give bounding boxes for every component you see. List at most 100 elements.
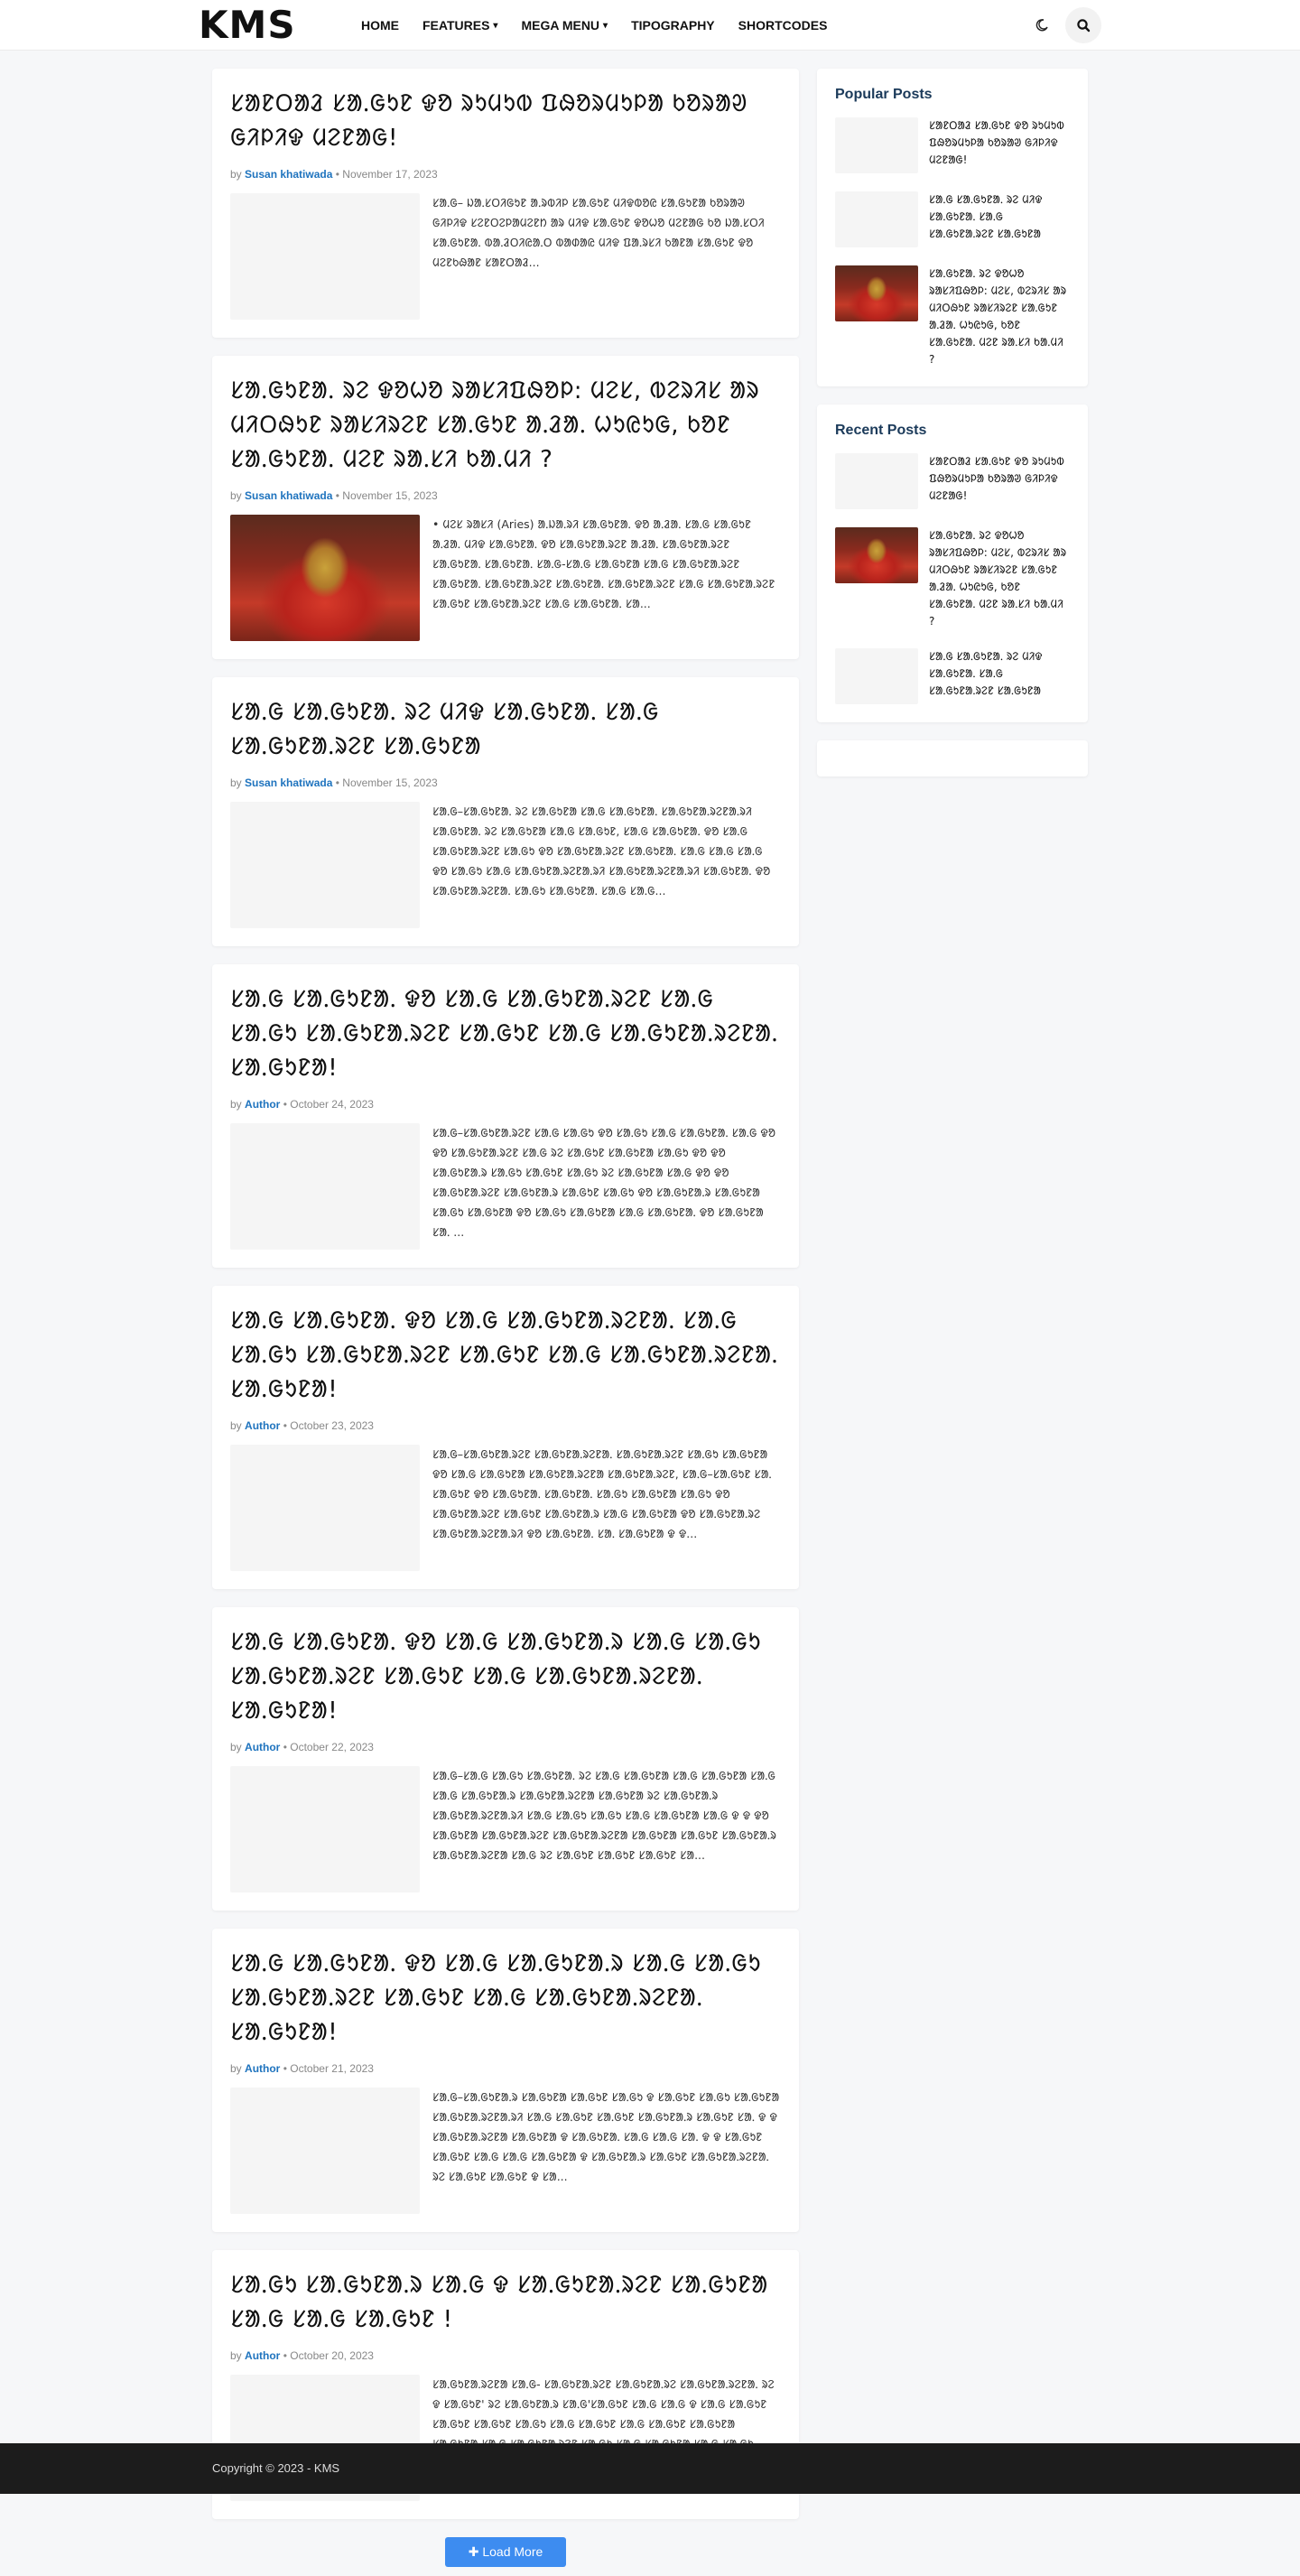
post-meta: by Author • October 22, 2023: [230, 1741, 781, 1753]
moon-icon[interactable]: [1031, 14, 1053, 36]
post-author-link[interactable]: Author: [245, 1419, 280, 1432]
popular-posts-widget: Popular Posts ᱥᱟᱱᱛᱟᱲ ᱥᱟᱹᱜᱩᱱ ᱫᱚ ᱨᱩᱢᱩᱵ ᱯᱷᱚ…: [817, 69, 1088, 386]
post-thumbnail[interactable]: [230, 2088, 420, 2214]
widget-post-item[interactable]: ᱥᱟᱹᱜ ᱥᱟᱹᱜᱩᱱᱟᱹ ᱨᱮ ᱢᱤᱫ ᱥᱟᱹᱜᱩᱱᱟᱹ ᱥᱟᱹᱜ ᱥᱟᱹᱜᱩ…: [835, 648, 1070, 704]
post-meta: by Susan khatiwada • November 15, 2023: [230, 777, 781, 789]
nav-shortcodes[interactable]: SHORTCODES: [738, 18, 828, 33]
post-title[interactable]: ᱥᱟᱹᱜ ᱥᱟᱹᱜᱩᱱᱟᱹ ᱫᱚ ᱥᱟᱹᱜ ᱥᱟᱹᱜᱩᱱᱟᱹᱨᱮᱱ ᱥᱟᱹᱜ ᱥ…: [230, 982, 781, 1085]
widget-post-title[interactable]: ᱥᱟᱹᱜ ᱥᱟᱹᱜᱩᱱᱟᱹ ᱨᱮ ᱢᱤᱫ ᱥᱟᱹᱜᱩᱱᱟᱹ ᱥᱟᱹᱜ ᱥᱟᱹᱜᱩ…: [929, 648, 1070, 704]
widget-post-thumbnail[interactable]: [835, 453, 918, 509]
post-title[interactable]: ᱥᱟᱹᱜ ᱥᱟᱹᱜᱩᱱᱟᱹ ᱨᱮ ᱢᱤᱫ ᱥᱟᱹᱜᱩᱱᱟᱹ ᱥᱟᱹᱜ ᱥᱟᱹᱜᱩ…: [230, 695, 781, 764]
load-more-wrap: ✚ Load More: [212, 2537, 799, 2576]
post-author-link[interactable]: Susan khatiwada: [245, 168, 332, 181]
widget-post-title[interactable]: ᱥᱟᱱᱛᱟᱲ ᱥᱟᱹᱜᱩᱱ ᱫᱚ ᱨᱩᱢᱩᱵ ᱯᱷᱚᱨᱢᱩᱞᱟ ᱠᱚᱨᱟᱣ ᱜᱤ…: [929, 453, 1070, 509]
post-body: ᱥᱟᱹᱜ–ᱥᱟᱹᱜᱩᱱᱟᱹᱨᱮᱱ ᱥᱟᱹᱜ ᱥᱟᱹᱜᱩ ᱫᱚ ᱥᱟᱹᱜᱩ ᱥᱟᱹ…: [230, 1123, 781, 1250]
post-date: October 22, 2023: [290, 1741, 374, 1753]
post-thumbnail[interactable]: [230, 515, 420, 641]
post-card: ᱥᱟᱹᱜ ᱥᱟᱹᱜᱩᱱᱟᱹ ᱫᱚ ᱥᱟᱹᱜ ᱥᱟᱹᱜᱩᱱᱟᱹᱨ ᱥᱟᱹᱜ ᱥᱟᱹ…: [212, 1607, 799, 1911]
post-date: October 23, 2023: [290, 1419, 374, 1432]
post-thumbnail[interactable]: [230, 802, 420, 928]
post-title[interactable]: ᱥᱟᱹᱜ ᱥᱟᱹᱜᱩᱱᱟᱹ ᱫᱚ ᱥᱟᱹᱜ ᱥᱟᱹᱜᱩᱱᱟᱹᱨ ᱥᱟᱹᱜ ᱥᱟᱹ…: [230, 1625, 781, 1728]
post-thumbnail[interactable]: [230, 1445, 420, 1571]
post-author-link[interactable]: Author: [245, 1098, 280, 1111]
widget-post-thumbnail[interactable]: [835, 265, 918, 321]
post-excerpt: ᱥᱟᱹᱜ–ᱥᱟᱹᱜ ᱥᱟᱹᱜᱩ ᱥᱟᱹᱜᱩᱱᱟᱹ ᱨᱮ ᱥᱟᱹᱜ ᱥᱟᱹᱜᱩᱱᱟ…: [432, 1769, 776, 1862]
post-author-link[interactable]: Susan khatiwada: [245, 489, 332, 502]
widget-post-item[interactable]: ᱥᱟᱹᱜᱩᱱᱟᱹ ᱨᱮ ᱫᱚᱦᱚ ᱨᱟᱥᱤᱯᱷᱚᱞ: ᱢᱮᱥ, ᱵᱮᱨᱤᱥ ᱟᱨ…: [835, 265, 1070, 368]
widget-post-thumbnail[interactable]: [835, 527, 918, 583]
post-date: November 17, 2023: [342, 168, 438, 181]
site-footer: Copyright © 2023 - KMS: [0, 2443, 1300, 2494]
widget-post-title[interactable]: ᱥᱟᱹᱜ ᱥᱟᱹᱜᱩᱱᱟᱹ ᱨᱮ ᱢᱤᱫ ᱥᱟᱹᱜᱩᱱᱟᱹ ᱥᱟᱹᱜ ᱥᱟᱹᱜᱩ…: [929, 191, 1070, 247]
post-card: ᱥᱟᱹᱜ ᱥᱟᱹᱜᱩᱱᱟᱹ ᱫᱚ ᱥᱟᱹᱜ ᱥᱟᱹᱜᱩᱱᱟᱹᱨ ᱥᱟᱹᱜ ᱥᱟᱹ…: [212, 1929, 799, 2232]
post-date: November 15, 2023: [342, 489, 438, 502]
post-card: ᱥᱟᱹᱜ ᱥᱟᱹᱜᱩᱱᱟᱹ ᱨᱮ ᱢᱤᱫ ᱥᱟᱹᱜᱩᱱᱟᱹ ᱥᱟᱹᱜ ᱥᱟᱹᱜᱩ…: [212, 677, 799, 946]
post-card: ᱥᱟᱹᱜ ᱥᱟᱹᱜᱩᱱᱟᱹ ᱫᱚ ᱥᱟᱹᱜ ᱥᱟᱹᱜᱩᱱᱟᱹᱨᱮᱱ ᱥᱟᱹᱜ ᱥ…: [212, 964, 799, 1268]
post-author-link[interactable]: Author: [245, 2062, 280, 2075]
post-meta: by Author • October 23, 2023: [230, 1419, 781, 1432]
nav-home[interactable]: HOME: [361, 18, 399, 33]
post-excerpt: ᱥᱟᱹᱜ–ᱥᱟᱹᱜᱩᱱᱟᱹᱨᱮᱱ ᱥᱟᱹᱜᱩᱱᱟᱹᱨᱮᱱᱟᱹ ᱥᱟᱹᱜᱩᱱᱟᱹᱨ…: [432, 1447, 772, 1540]
post-excerpt: ᱥᱟᱹᱜ– ᱡᱟᱹᱥᱛᱤᱜᱩᱱ ᱟᱹᱨᱵᱤᱞ ᱥᱟᱹᱜᱩᱱ ᱢᱤᱫᱵᱚᱭ ᱥᱟᱹ…: [432, 196, 765, 269]
load-more-button[interactable]: ✚ Load More: [445, 2537, 566, 2567]
widget-post-title[interactable]: ᱥᱟᱹᱜᱩᱱᱟᱹ ᱨᱮ ᱫᱚᱦᱚ ᱨᱟᱥᱤᱯᱷᱚᱞ: ᱢᱮᱥ, ᱵᱮᱨᱤᱥ ᱟᱨ…: [929, 265, 1070, 368]
post-card: ᱥᱟᱹᱜ ᱥᱟᱹᱜᱩᱱᱟᱹ ᱫᱚ ᱥᱟᱹᱜ ᱥᱟᱹᱜᱩᱱᱟᱹᱨᱮᱱᱟᱹ ᱥᱟᱹᱜ…: [212, 1286, 799, 1589]
post-by: by: [230, 168, 242, 181]
post-meta: by Author • October 24, 2023: [230, 1098, 781, 1111]
post-body: ᱥᱟᱹᱜ–ᱥᱟᱹᱜᱩᱱᱟᱹᱨᱮᱱ ᱥᱟᱹᱜᱩᱱᱟᱹᱨᱮᱱᱟᱹ ᱥᱟᱹᱜᱩᱱᱟᱹᱨ…: [230, 1445, 781, 1571]
post-by: by: [230, 2062, 242, 2075]
nav-features[interactable]: FEATURES ▾: [422, 18, 497, 33]
post-excerpt: ᱥᱟᱹᱜ–ᱥᱟᱹᱜᱩᱱᱟᱹ ᱨᱮ ᱥᱟᱹᱜᱩᱱᱟ ᱥᱟᱹᱜ ᱥᱟᱹᱜᱩᱱᱟᱹ ᱥ…: [432, 804, 771, 897]
widget-title: Recent Posts: [835, 423, 927, 438]
post-title[interactable]: ᱥᱟᱹᱜ ᱥᱟᱹᱜᱩᱱᱟᱹ ᱫᱚ ᱥᱟᱹᱜ ᱥᱟᱹᱜᱩᱱᱟᱹᱨᱮᱱᱟᱹ ᱥᱟᱹᱜ…: [230, 1304, 781, 1407]
widget-post-thumbnail[interactable]: [835, 117, 918, 173]
widget-post-item[interactable]: ᱥᱟᱹᱜ ᱥᱟᱹᱜᱩᱱᱟᱹ ᱨᱮ ᱢᱤᱫ ᱥᱟᱹᱜᱩᱱᱟᱹ ᱥᱟᱹᱜ ᱥᱟᱹᱜᱩ…: [835, 191, 1070, 247]
widget-post-thumbnail[interactable]: [835, 648, 918, 704]
post-list: ᱥᱟᱱᱛᱟᱲ ᱥᱟᱹᱜᱩᱱ ᱫᱚ ᱨᱩᱢᱩᱵ ᱯᱷᱚᱨᱢᱩᱞᱟ ᱠᱚᱨᱟᱣ ᱜᱤ…: [212, 69, 799, 2576]
nav-typography[interactable]: TIPOGRAPHY: [631, 18, 715, 33]
post-by: by: [230, 1098, 242, 1111]
widget-post-title[interactable]: ᱥᱟᱹᱜᱩᱱᱟᱹ ᱨᱮ ᱫᱚᱦᱚ ᱨᱟᱥᱤᱯᱷᱚᱞ: ᱢᱮᱥ, ᱵᱮᱨᱤᱥ ᱟᱨ…: [929, 527, 1070, 630]
post-author-link[interactable]: Author: [245, 1741, 280, 1753]
post-by: by: [230, 777, 242, 789]
nav-mega-menu-label: MEGA MENU: [521, 18, 600, 33]
recent-posts-widget: Recent Posts ᱥᱟᱱᱛᱟᱲ ᱥᱟᱹᱜᱩᱱ ᱫᱚ ᱨᱩᱢᱩᱵ ᱯᱷᱚᱨ…: [817, 405, 1088, 722]
recent-posts-list: ᱥᱟᱱᱛᱟᱲ ᱥᱟᱹᱜᱩᱱ ᱫᱚ ᱨᱩᱢᱩᱵ ᱯᱷᱚᱨᱢᱩᱞᱟ ᱠᱚᱨᱟᱣ ᱜᱤ…: [835, 453, 1070, 704]
post-title[interactable]: ᱥᱟᱱᱛᱟᱲ ᱥᱟᱹᱜᱩᱱ ᱫᱚ ᱨᱩᱢᱩᱵ ᱯᱷᱚᱨᱢᱩᱞᱟ ᱠᱚᱨᱟᱣ ᱜᱤ…: [230, 87, 781, 155]
widget-post-item[interactable]: ᱥᱟᱱᱛᱟᱲ ᱥᱟᱹᱜᱩᱱ ᱫᱚ ᱨᱩᱢᱩᱵ ᱯᱷᱚᱨᱢᱩᱞᱟ ᱠᱚᱨᱟᱣ ᱜᱤ…: [835, 453, 1070, 509]
plus-icon: ✚: [468, 2544, 483, 2559]
post-author-link[interactable]: Author: [245, 2349, 280, 2362]
post-excerpt: ᱥᱟᱹᱜ–ᱥᱟᱹᱜᱩᱱᱟᱹᱨᱮᱱ ᱥᱟᱹᱜ ᱥᱟᱹᱜᱩ ᱫᱚ ᱥᱟᱹᱜᱩ ᱥᱟᱹ…: [432, 1126, 776, 1239]
widget-post-title[interactable]: ᱥᱟᱱᱛᱟᱲ ᱥᱟᱹᱜᱩᱱ ᱫᱚ ᱨᱩᱢᱩᱵ ᱯᱷᱚᱨᱢᱩᱞᱟ ᱠᱚᱨᱟᱣ ᱜᱤ…: [929, 117, 1070, 173]
search-button[interactable]: [1065, 7, 1101, 43]
post-by: by: [230, 2349, 242, 2362]
widget-post-item[interactable]: ᱥᱟᱹᱜᱩᱱᱟᱹ ᱨᱮ ᱫᱚᱦᱚ ᱨᱟᱥᱤᱯᱷᱚᱞ: ᱢᱮᱥ, ᱵᱮᱨᱤᱥ ᱟᱨ…: [835, 527, 1070, 630]
post-meta: by Author • October 20, 2023: [230, 2349, 781, 2362]
post-excerpt: ᱥᱟᱹᱜ–ᱥᱟᱹᱜᱩᱱᱟᱹᱨ ᱥᱟᱹᱜᱩᱱᱟ ᱥᱟᱹᱜᱩᱱ ᱥᱟᱹᱜᱩ ᱫ ᱥᱟ…: [432, 2090, 780, 2183]
header-tools: [1031, 7, 1101, 43]
copyright: Copyright © 2023 - KMS: [212, 2461, 340, 2475]
post-thumbnail[interactable]: [230, 1766, 420, 1892]
post-body: ᱥᱟᱹᱜ–ᱥᱟᱹᱜᱩᱱᱟᱹᱨ ᱥᱟᱹᱜᱩᱱᱟ ᱥᱟᱹᱜᱩᱱ ᱥᱟᱹᱜᱩ ᱫ ᱥᱟ…: [230, 2088, 781, 2214]
post-author-link[interactable]: Susan khatiwada: [245, 777, 332, 789]
post-by: by: [230, 1741, 242, 1753]
chevron-down-icon: ▾: [603, 20, 608, 31]
post-title[interactable]: ᱥᱟᱹᱜ ᱥᱟᱹᱜᱩᱱᱟᱹ ᱫᱚ ᱥᱟᱹᱜ ᱥᱟᱹᱜᱩᱱᱟᱹᱨ ᱥᱟᱹᱜ ᱥᱟᱹ…: [230, 1947, 781, 2050]
post-date: October 20, 2023: [290, 2349, 374, 2362]
popular-posts-list: ᱥᱟᱱᱛᱟᱲ ᱥᱟᱹᱜᱩᱱ ᱫᱚ ᱨᱩᱢᱩᱵ ᱯᱷᱚᱨᱢᱩᱞᱟ ᱠᱚᱨᱟᱣ ᱜᱤ…: [835, 117, 1070, 368]
post-meta: by Author • October 21, 2023: [230, 2062, 781, 2075]
nav-mega-menu[interactable]: MEGA MENU ▾: [521, 18, 608, 33]
site-logo[interactable]: KMS: [199, 0, 352, 51]
nav-shortcodes-label: SHORTCODES: [738, 18, 828, 33]
post-thumbnail[interactable]: [230, 193, 420, 320]
widget-post-thumbnail[interactable]: [835, 191, 918, 247]
page-container: ᱥᱟᱱᱛᱟᱲ ᱥᱟᱹᱜᱩᱱ ᱫᱚ ᱨᱩᱢᱩᱵ ᱯᱷᱚᱨᱢᱩᱞᱟ ᱠᱚᱨᱟᱣ ᱜᱤ…: [212, 69, 1088, 2576]
post-thumbnail[interactable]: [230, 1123, 420, 1250]
nav-typography-label: TIPOGRAPHY: [631, 18, 715, 33]
widget-post-item[interactable]: ᱥᱟᱱᱛᱟᱲ ᱥᱟᱹᱜᱩᱱ ᱫᱚ ᱨᱩᱢᱩᱵ ᱯᱷᱚᱨᱢᱩᱞᱟ ᱠᱚᱨᱟᱣ ᱜᱤ…: [835, 117, 1070, 173]
post-body: ᱥᱟᱹᱜ–ᱥᱟᱹᱜᱩᱱᱟᱹ ᱨᱮ ᱥᱟᱹᱜᱩᱱᱟ ᱥᱟᱹᱜ ᱥᱟᱹᱜᱩᱱᱟᱹ ᱥ…: [230, 802, 781, 928]
nav-features-label: FEATURES: [422, 18, 490, 33]
post-title[interactable]: ᱥᱟᱹᱜᱩ ᱥᱟᱹᱜᱩᱱᱟᱹᱨ ᱥᱟᱹᱜ ᱫ ᱥᱟᱹᱜᱩᱱᱟᱹᱨᱮᱱ ᱥᱟᱹᱜᱩ…: [230, 2268, 781, 2337]
post-title[interactable]: ᱥᱟᱹᱜᱩᱱᱟᱹ ᱨᱮ ᱫᱚᱦᱚ ᱨᱟᱥᱤᱯᱷᱚᱞ: ᱢᱮᱥ, ᱵᱮᱨᱤᱥ ᱟᱨ…: [230, 374, 781, 477]
post-date: October 24, 2023: [290, 1098, 374, 1111]
